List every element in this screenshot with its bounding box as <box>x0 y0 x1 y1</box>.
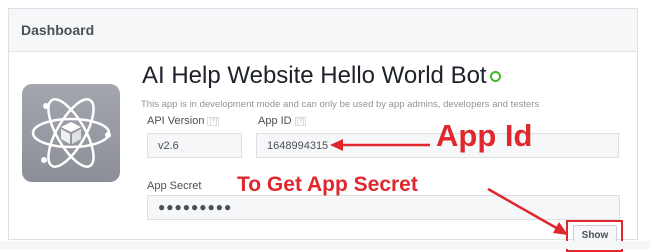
app-secret-arrow <box>487 187 568 235</box>
app-id-arrow <box>330 139 430 151</box>
bottom-edge <box>0 241 650 249</box>
annotation-arrows <box>330 139 568 235</box>
